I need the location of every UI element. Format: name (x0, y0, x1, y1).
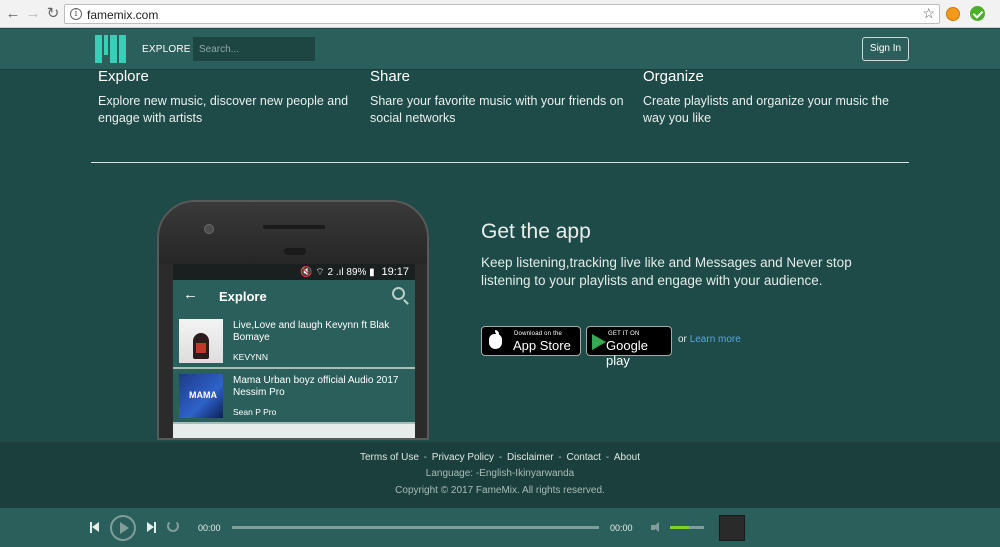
language-selector: Language: -English-Ikinyarwanda (0, 468, 1000, 479)
apple-icon (489, 330, 502, 349)
disclaimer-link[interactable]: Disclaimer (507, 452, 554, 463)
feature-title: Organize (643, 68, 704, 85)
extension-check-icon[interactable] (970, 6, 985, 21)
famemix-logo[interactable] (95, 35, 127, 63)
explore-link[interactable]: EXPLORE (142, 44, 191, 55)
feature-text: Create playlists and organize your music… (643, 94, 889, 125)
feature-title: Explore (98, 68, 149, 85)
learn-more-link[interactable]: Learn more (690, 334, 741, 345)
extension-icon[interactable] (946, 7, 960, 21)
address-bar[interactable]: i famemix.com ☆ (64, 4, 940, 24)
track-item: Live,Love and laugh Kevynn ft Blak Bomay… (173, 314, 415, 369)
phone-app-bar: ← Explore (173, 280, 415, 314)
or-text: or Learn more (678, 334, 741, 345)
camera-icon (204, 224, 214, 234)
feature-share: Share Share your favorite music with you… (370, 68, 630, 127)
phone-screen-title: Explore (219, 289, 267, 304)
status-icons: 🔇 ⌔ 2 .ıl 89% ▮ (300, 267, 375, 278)
about-link[interactable]: About (614, 452, 640, 463)
status-time: 19:17 (381, 266, 409, 278)
app-store-badge[interactable]: Download on the App Store (481, 326, 581, 356)
track-thumbnail (179, 319, 223, 363)
site-header: EXPLORE Sign In (0, 29, 1000, 70)
get-app-description: Keep listening,tracking live like and Me… (481, 255, 852, 288)
track-artist: KEVYNN (233, 352, 268, 362)
copyright: Copyright © 2017 FameMix. All rights res… (395, 485, 605, 496)
feature-explore: Explore Explore new music, discover new … (98, 68, 358, 127)
repeat-icon[interactable] (167, 520, 179, 532)
back-arrow-icon: ← (183, 286, 198, 303)
signin-button[interactable]: Sign In (862, 37, 909, 61)
browser-toolbar: ← → ↻ i famemix.com ☆ (0, 0, 1000, 28)
track-title: Mama Urban boyz official Audio 2017 Ness… (233, 375, 399, 398)
reload-icon[interactable]: ↻ (44, 5, 62, 23)
track-item: MAMA Mama Urban boyz official Audio 2017… (173, 369, 415, 424)
forward-arrow-icon[interactable]: → (24, 5, 42, 23)
progress-bar[interactable] (232, 526, 599, 529)
prev-icon[interactable] (90, 522, 99, 533)
track-thumbnail: MAMA (179, 374, 223, 418)
feature-text: Explore new music, discover new people a… (98, 94, 349, 125)
google-play-icon (592, 334, 606, 350)
speaker-grille (263, 225, 325, 229)
get-app-title: Get the app (481, 220, 591, 243)
language-value[interactable]: -English-Ikinyarwanda (476, 468, 574, 479)
volume-level (670, 526, 689, 529)
thumbnail-label: MAMA (189, 390, 217, 400)
track-artist: Sean P Pro (233, 407, 277, 417)
play-icon[interactable] (110, 515, 136, 541)
phone-mockup: 🔇 ⌔ 2 .ıl 89% ▮ 19:17 ← Explore Live,Lov… (157, 200, 429, 440)
search-icon (392, 287, 405, 300)
privacy-link[interactable]: Privacy Policy (432, 452, 494, 463)
feature-title: Share (370, 68, 411, 85)
badge-small-text: GET IT ON (608, 331, 640, 337)
section-divider (91, 162, 909, 163)
badge-big-text: App Store (513, 338, 571, 353)
bookmark-star-icon[interactable]: ☆ (922, 5, 935, 22)
or-label: or (678, 334, 687, 345)
phone-status-bar: 🔇 ⌔ 2 .ıl 89% ▮ 19:17 (173, 264, 415, 280)
phone-bezel (159, 202, 427, 264)
language-label: Language: (425, 468, 474, 479)
feature-organize: Organize Create playlists and organize y… (643, 68, 903, 127)
badge-small-text: Download on the (514, 331, 563, 337)
volume-icon[interactable] (651, 522, 662, 533)
url-text[interactable]: famemix.com (87, 8, 158, 22)
search-input[interactable] (193, 37, 315, 61)
track-title: Live,Love and laugh Kevynn ft Blak Bomay… (233, 320, 390, 343)
contact-link[interactable]: Contact (567, 452, 601, 463)
site-footer: Terms of Use - Privacy Policy - Disclaim… (0, 442, 1000, 508)
terms-link[interactable]: Terms of Use (360, 452, 419, 463)
duration: 00:00 (610, 523, 633, 533)
info-icon[interactable]: i (70, 8, 82, 20)
music-player-bar: 00:00 00:00 (0, 508, 1000, 547)
volume-slider[interactable] (670, 526, 704, 529)
footer-links: Terms of Use - Privacy Policy - Disclaim… (360, 452, 640, 463)
phone-screen: 🔇 ⌔ 2 .ıl 89% ▮ 19:17 ← Explore Live,Lov… (173, 264, 415, 438)
current-time: 00:00 (198, 523, 221, 533)
feature-text: Share your favorite music with your frie… (370, 94, 624, 125)
sensor (284, 248, 306, 255)
next-icon[interactable] (147, 522, 156, 533)
google-play-badge[interactable]: GET IT ON Google play (586, 326, 672, 368)
back-arrow-icon[interactable]: ← (4, 5, 22, 23)
now-playing-artwork (719, 515, 745, 541)
badge-big-text: Google play (606, 338, 648, 368)
